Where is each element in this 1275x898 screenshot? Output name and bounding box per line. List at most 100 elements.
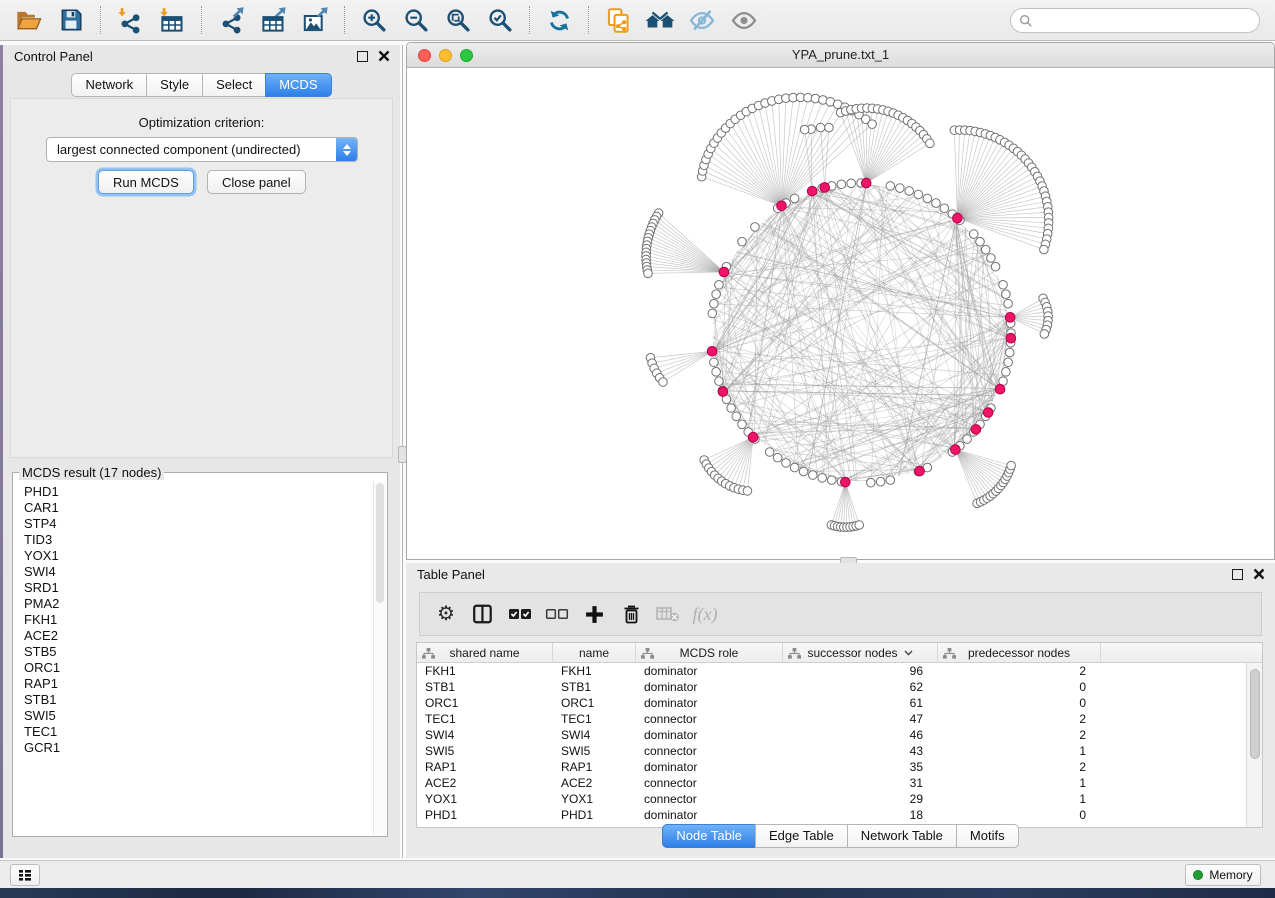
cell-predecessor-nodes[interactable]: 1 — [938, 791, 1101, 807]
search-input[interactable] — [1039, 14, 1251, 28]
mcds-result-item[interactable]: SWI5 — [24, 708, 373, 724]
cell-predecessor-nodes[interactable]: 2 — [938, 663, 1101, 679]
network-node[interactable] — [743, 487, 752, 496]
cell-predecessor-nodes[interactable]: 2 — [938, 727, 1101, 743]
network-node[interactable] — [914, 190, 923, 199]
network-node[interactable] — [710, 358, 719, 367]
mcds-result-item[interactable]: RAP1 — [24, 676, 373, 692]
zoom-out-icon[interactable] — [395, 2, 437, 38]
zoom-fit-icon[interactable] — [437, 2, 479, 38]
mcds-result-item[interactable]: GCR1 — [24, 740, 373, 756]
network-node[interactable] — [876, 477, 885, 486]
network-node[interactable] — [718, 387, 728, 397]
import-table-icon[interactable] — [151, 2, 193, 38]
close-panel-button[interactable]: Close panel — [207, 170, 306, 194]
network-window-titlebar[interactable]: YPA_prune.txt_1 — [407, 43, 1274, 68]
task-history-button[interactable] — [10, 864, 40, 886]
column-header-shared-name[interactable]: shared name — [417, 643, 553, 662]
cell-successor-nodes[interactable]: 18 — [783, 807, 938, 823]
cell-predecessor-nodes[interactable]: 1 — [938, 743, 1101, 759]
network-node[interactable] — [751, 223, 760, 232]
cell-successor-nodes[interactable]: 35 — [783, 759, 938, 775]
add-column-icon[interactable] — [580, 599, 608, 629]
network-node[interactable] — [1002, 290, 1011, 299]
table-row[interactable]: ORC1ORC1dominator610 — [417, 695, 1246, 711]
network-node[interactable] — [995, 384, 1005, 394]
cell-shared-name[interactable]: TEC1 — [417, 711, 553, 727]
network-node[interactable] — [777, 201, 787, 211]
network-node[interactable] — [867, 478, 876, 487]
close-icon[interactable] — [378, 50, 390, 62]
mcds-result-item[interactable]: SWI4 — [24, 564, 373, 580]
save-session-icon[interactable] — [50, 2, 92, 38]
cell-successor-nodes[interactable]: 61 — [783, 695, 938, 711]
network-node[interactable] — [719, 267, 729, 277]
cell-MCDS-role[interactable]: connector — [636, 711, 783, 727]
cell-successor-nodes[interactable]: 46 — [783, 727, 938, 743]
network-node[interactable] — [748, 432, 758, 442]
tab-select[interactable]: Select — [202, 73, 266, 97]
cell-name[interactable]: TEC1 — [553, 711, 636, 727]
network-node[interactable] — [715, 280, 724, 289]
zoom-in-icon[interactable] — [353, 2, 395, 38]
export-image-icon[interactable] — [294, 2, 336, 38]
table-row[interactable]: STB1STB1dominator620 — [417, 679, 1246, 695]
tab-node-table[interactable]: Node Table — [662, 824, 756, 848]
network-node[interactable] — [715, 377, 724, 386]
table-scrollbar-thumb[interactable] — [1250, 669, 1260, 759]
cell-shared-name[interactable]: ACE2 — [417, 775, 553, 791]
network-node[interactable] — [841, 477, 851, 487]
network-node[interactable] — [837, 180, 846, 189]
network-node[interactable] — [782, 459, 791, 468]
network-node[interactable] — [1006, 333, 1016, 343]
network-node[interactable] — [983, 408, 993, 418]
cell-shared-name[interactable]: ORC1 — [417, 695, 553, 711]
result-scrollbar[interactable] — [373, 481, 386, 835]
deselect-all-icon[interactable] — [543, 599, 571, 629]
cell-MCDS-role[interactable]: dominator — [636, 679, 783, 695]
tab-network[interactable]: Network — [71, 73, 147, 97]
mcds-result-item[interactable]: CAR1 — [24, 500, 373, 516]
close-icon[interactable] — [1253, 568, 1265, 580]
hide-selected-icon[interactable] — [681, 2, 723, 38]
column-header-name[interactable]: name — [553, 643, 636, 662]
network-node[interactable] — [953, 213, 963, 223]
network-node[interactable] — [799, 467, 808, 476]
float-window-icon[interactable] — [1232, 569, 1243, 580]
mcds-result-item[interactable]: STB1 — [24, 692, 373, 708]
column-header-predecessor-nodes[interactable]: predecessor nodes — [938, 643, 1101, 662]
memory-button[interactable]: Memory — [1185, 864, 1261, 886]
cell-name[interactable]: STB1 — [553, 679, 636, 695]
mcds-result-list[interactable]: PHD1CAR1STP4TID3YOX1SWI4SRD1PMA2FKH1ACE2… — [13, 480, 373, 836]
network-node[interactable] — [712, 290, 721, 299]
network-node[interactable] — [999, 280, 1008, 289]
cell-shared-name[interactable]: SWI4 — [417, 727, 553, 743]
network-node[interactable] — [710, 299, 719, 308]
run-mcds-button[interactable]: Run MCDS — [98, 170, 194, 194]
tab-mcds[interactable]: MCDS — [265, 73, 331, 97]
network-node[interactable] — [868, 120, 877, 129]
table-row[interactable]: SWI4SWI4dominator462 — [417, 727, 1246, 743]
network-node[interactable] — [969, 230, 978, 239]
network-node[interactable] — [923, 194, 932, 203]
columns-icon[interactable] — [469, 599, 497, 629]
cell-shared-name[interactable]: YOX1 — [417, 791, 553, 807]
cell-MCDS-role[interactable]: connector — [636, 775, 783, 791]
optimization-criterion-select[interactable]: largest connected component (undirected) — [46, 137, 358, 162]
first-neighbors-icon[interactable] — [639, 2, 681, 38]
cell-MCDS-role[interactable]: dominator — [636, 695, 783, 711]
cell-name[interactable]: SWI5 — [553, 743, 636, 759]
network-node[interactable] — [981, 245, 990, 254]
network-graph[interactable] — [407, 68, 1274, 559]
network-node[interactable] — [808, 471, 817, 480]
cell-MCDS-role[interactable]: dominator — [636, 727, 783, 743]
cell-predecessor-nodes[interactable]: 1 — [938, 775, 1101, 791]
mcds-result-item[interactable]: ORC1 — [24, 660, 373, 676]
cell-successor-nodes[interactable]: 96 — [783, 663, 938, 679]
cell-name[interactable]: ACE2 — [553, 775, 636, 791]
cell-MCDS-role[interactable]: dominator — [636, 759, 783, 775]
cell-name[interactable]: YOX1 — [553, 791, 636, 807]
network-node[interactable] — [1002, 368, 1011, 377]
import-network-icon[interactable] — [109, 2, 151, 38]
network-node[interactable] — [816, 123, 825, 132]
